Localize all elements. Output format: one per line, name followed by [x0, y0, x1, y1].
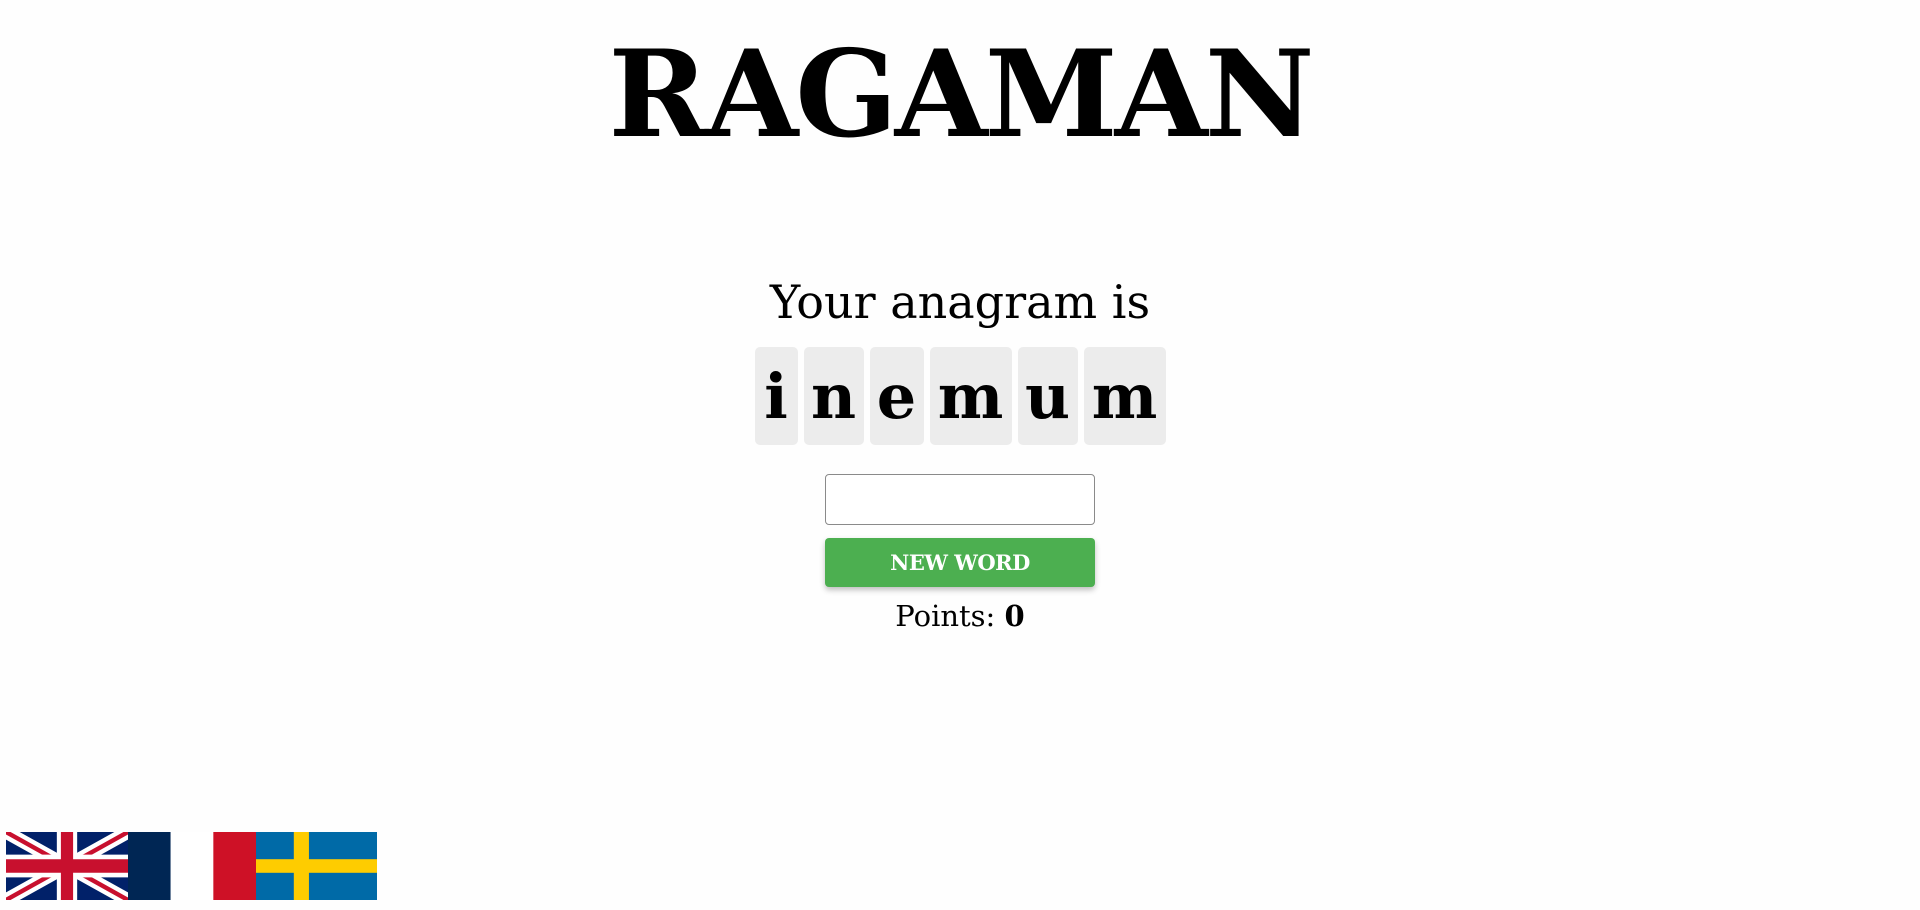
letter-tile: m — [1083, 347, 1166, 445]
points-display: Points: 0 — [0, 596, 1920, 636]
language-flags — [6, 832, 377, 900]
letter-tile: e — [869, 347, 924, 445]
new-word-button[interactable]: NEW WORD — [825, 538, 1095, 587]
swedish-flag-icon[interactable] — [256, 832, 377, 900]
page: RAGAMAN Your anagram is i n e m u m NEW … — [0, 0, 1920, 910]
answer-input[interactable] — [825, 474, 1095, 525]
letter-tile: i — [754, 347, 798, 445]
letter-tile: m — [929, 347, 1012, 445]
anagram-letter-tiles: i n e m u m — [0, 347, 1920, 445]
points-label: Points: — [895, 599, 996, 633]
points-value: 0 — [1004, 599, 1025, 633]
app-title: RAGAMAN — [608, 24, 1314, 165]
french-flag-icon[interactable] — [128, 832, 256, 900]
anagram-prompt: Your anagram is — [769, 275, 1151, 329]
english-flag-icon[interactable] — [6, 832, 128, 900]
letter-tile: n — [803, 347, 864, 445]
letter-tile: u — [1017, 347, 1078, 445]
